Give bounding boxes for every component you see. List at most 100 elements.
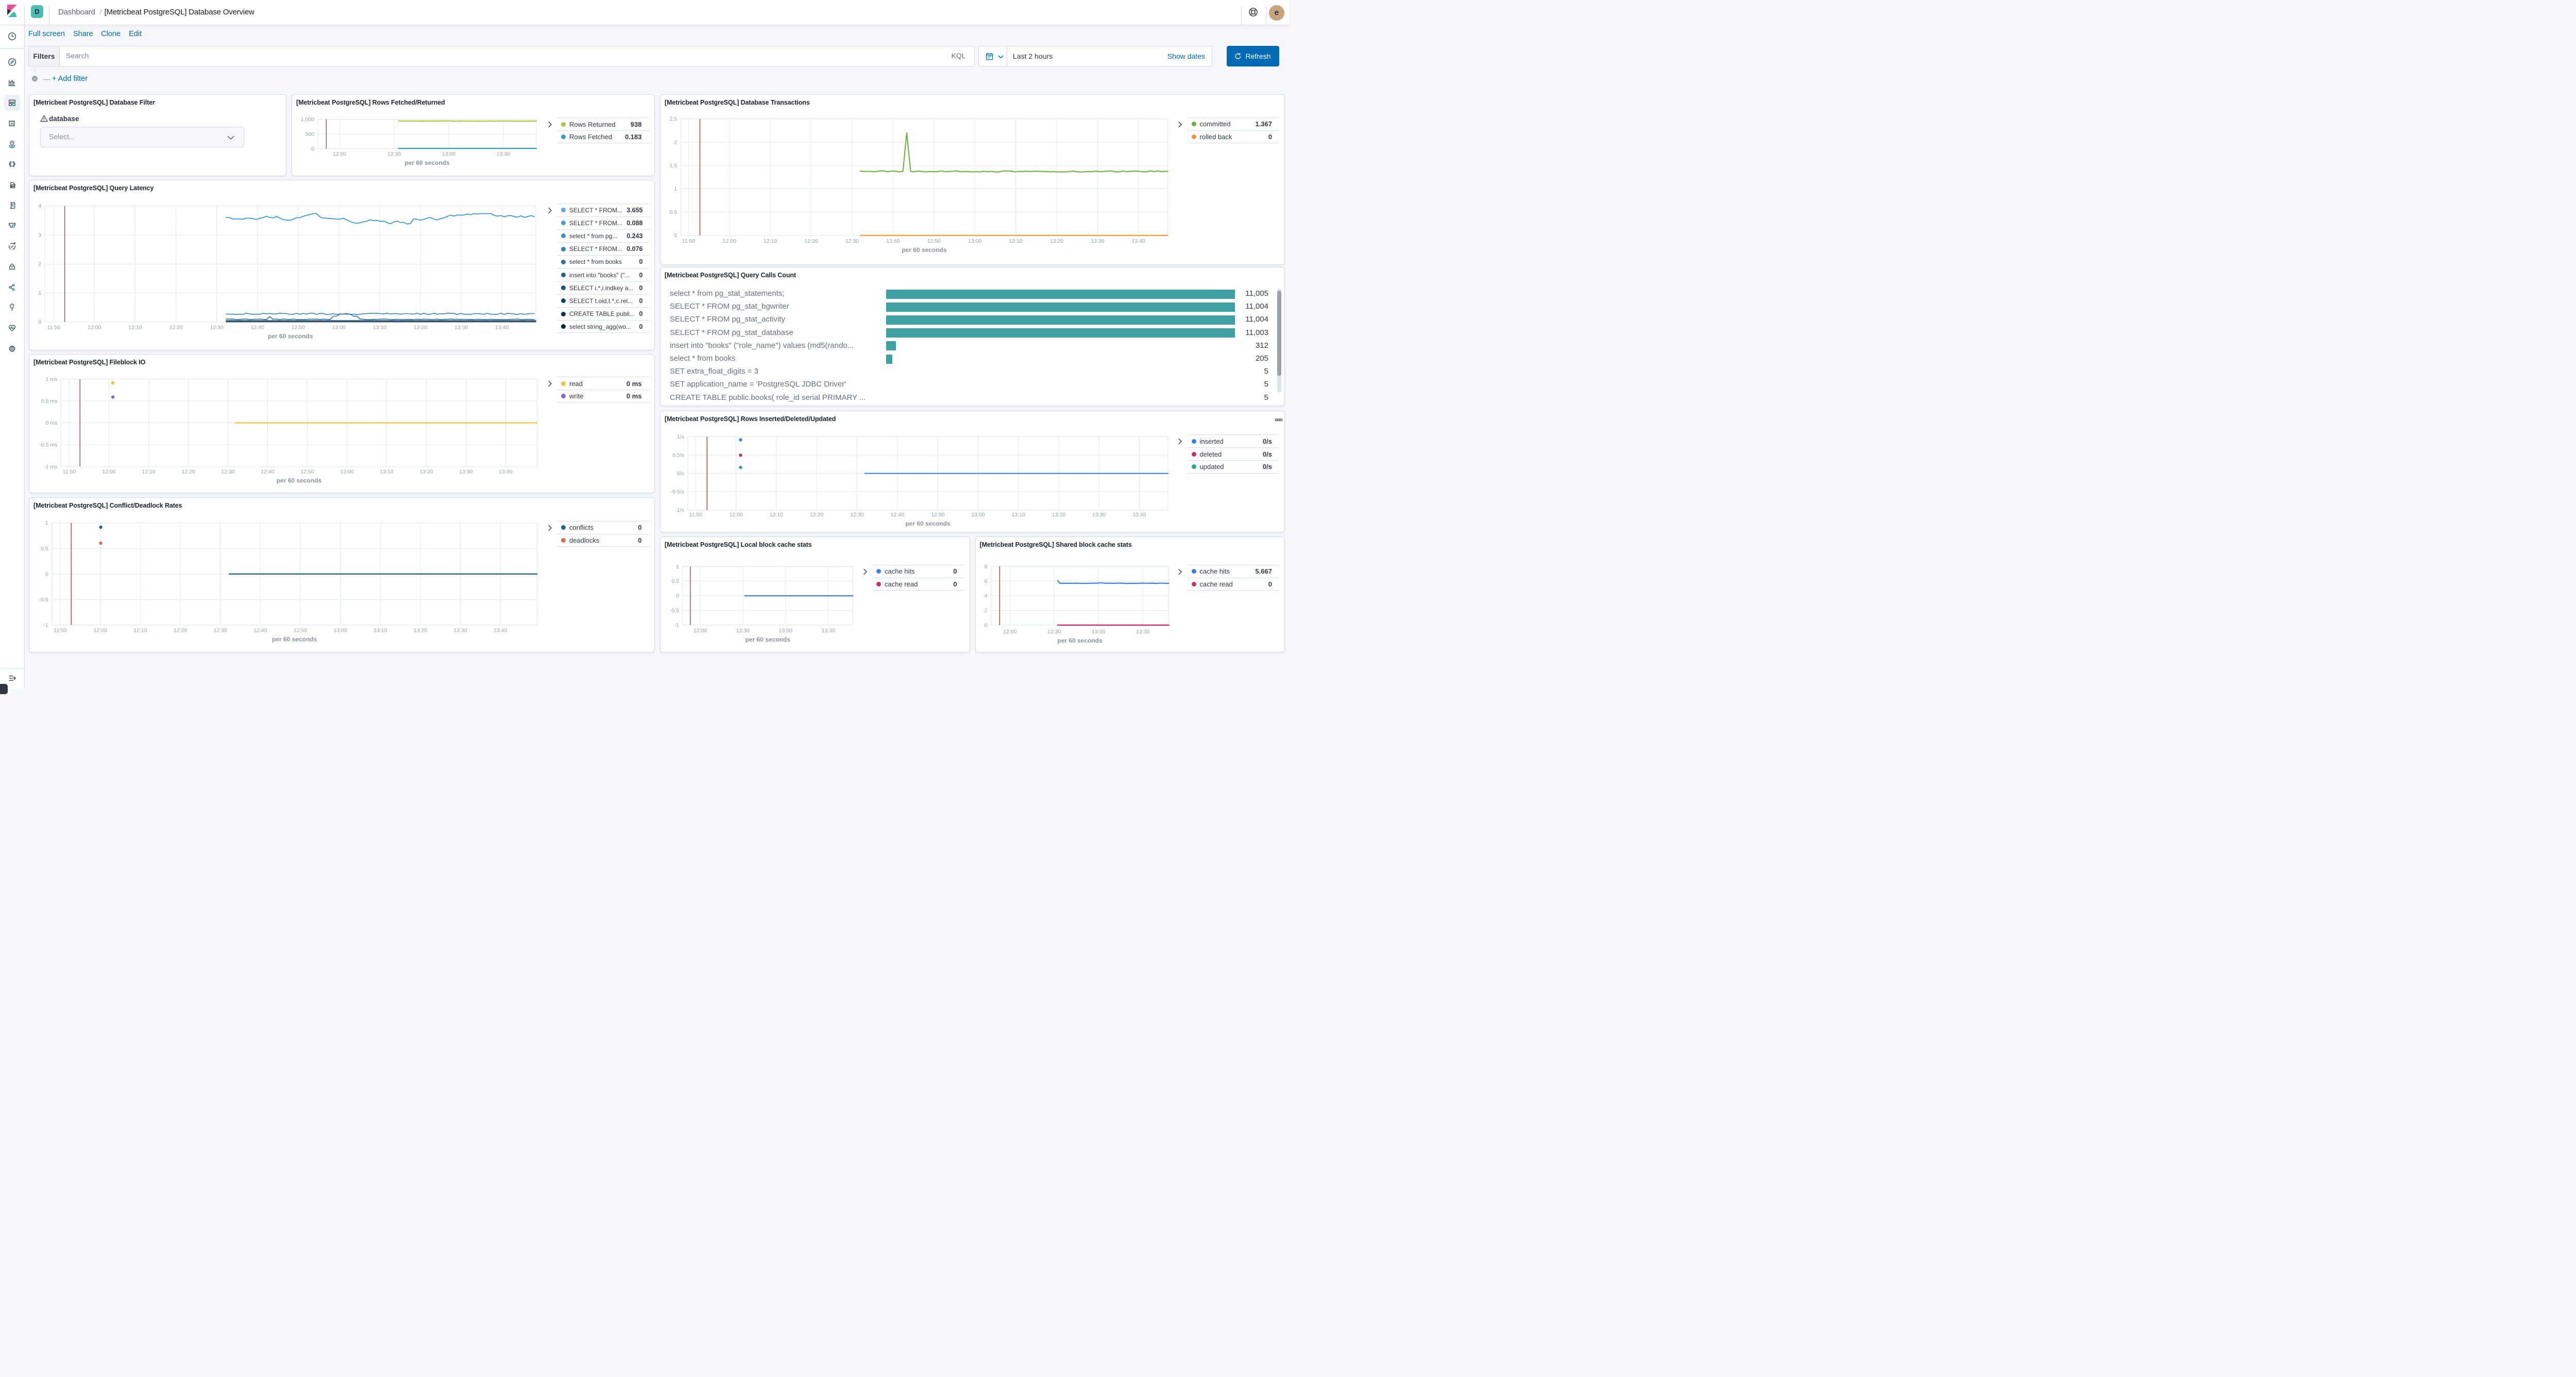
svg-text:12:40: 12:40 (261, 468, 274, 475)
svg-text:0: 0 (38, 319, 41, 325)
svg-text:0: 0 (984, 622, 987, 628)
svg-text:13:00: 13:00 (442, 151, 455, 157)
svg-text:-0.5 ms: -0.5 ms (39, 442, 57, 448)
svg-text:13:10: 13:10 (1009, 238, 1022, 244)
svg-text:0.5/s: 0.5/s (672, 452, 684, 458)
svg-text:1,000: 1,000 (301, 116, 314, 123)
svg-text:12:50: 12:50 (927, 238, 941, 244)
svg-text:-1/s: -1/s (675, 507, 684, 513)
svg-text:13:40: 13:40 (495, 324, 509, 330)
svg-text:12:50: 12:50 (292, 324, 305, 330)
svg-text:13:00: 13:00 (971, 512, 985, 518)
svg-text:0: 0 (674, 232, 677, 239)
svg-text:12:10: 12:10 (142, 468, 155, 475)
svg-text:0.5: 0.5 (670, 209, 677, 215)
svg-text:1.5: 1.5 (670, 162, 677, 169)
svg-text:13:40: 13:40 (499, 468, 512, 475)
svg-text:12:20: 12:20 (169, 324, 182, 330)
svg-text:13:30: 13:30 (454, 324, 468, 330)
svg-text:13:20: 13:20 (1050, 238, 1063, 244)
svg-text:per 60 seconds: per 60 seconds (745, 636, 791, 643)
svg-text:1: 1 (45, 520, 48, 526)
svg-text:13:10: 13:10 (1012, 512, 1025, 518)
svg-text:per 60 seconds: per 60 seconds (404, 159, 450, 166)
svg-text:12:30: 12:30 (1047, 629, 1061, 635)
svg-text:12:20: 12:20 (181, 468, 195, 475)
svg-text:12:30: 12:30 (221, 468, 234, 475)
svg-text:0: 0 (311, 146, 314, 152)
svg-text:13:30: 13:30 (459, 468, 472, 475)
svg-text:2: 2 (984, 608, 987, 614)
svg-text:12:40: 12:40 (886, 238, 900, 244)
svg-text:12:30: 12:30 (210, 324, 223, 330)
svg-text:500: 500 (305, 131, 314, 137)
svg-text:13:40: 13:40 (494, 627, 507, 633)
svg-text:1: 1 (38, 290, 41, 296)
svg-text:-1: -1 (43, 622, 48, 628)
svg-text:8: 8 (984, 563, 987, 569)
svg-text:0 ms: 0 ms (46, 420, 58, 426)
svg-text:2: 2 (674, 139, 677, 145)
svg-text:2.5: 2.5 (670, 116, 677, 122)
svg-text:13:30: 13:30 (453, 627, 467, 633)
svg-text:12:00: 12:00 (94, 627, 107, 633)
svg-text:12:00: 12:00 (723, 238, 736, 244)
svg-text:12:50: 12:50 (294, 627, 307, 633)
svg-text:13:20: 13:20 (414, 324, 427, 330)
svg-text:per 60 seconds: per 60 seconds (902, 246, 947, 253)
svg-text:-0.5: -0.5 (39, 596, 48, 602)
svg-text:12:00: 12:00 (102, 468, 115, 475)
svg-text:1: 1 (676, 563, 679, 569)
svg-text:12:00: 12:00 (88, 324, 101, 330)
svg-text:13:20: 13:20 (1052, 512, 1065, 518)
svg-text:13:10: 13:10 (374, 627, 387, 633)
svg-text:12:10: 12:10 (133, 627, 147, 633)
svg-text:13:10: 13:10 (373, 324, 386, 330)
svg-text:2: 2 (38, 261, 41, 267)
svg-text:0: 0 (45, 571, 48, 577)
svg-text:4: 4 (38, 203, 41, 209)
svg-text:13:00: 13:00 (332, 324, 346, 330)
svg-text:-0.5/s: -0.5/s (671, 489, 684, 495)
svg-text:12:40: 12:40 (891, 512, 904, 518)
svg-text:11:50: 11:50 (63, 468, 76, 475)
svg-text:0.5 ms: 0.5 ms (41, 398, 58, 404)
svg-text:6: 6 (984, 578, 987, 584)
svg-text:1 ms: 1 ms (46, 376, 58, 382)
svg-text:12:50: 12:50 (300, 468, 314, 475)
svg-text:13:20: 13:20 (414, 627, 427, 633)
svg-text:13:20: 13:20 (419, 468, 433, 475)
svg-text:11:50: 11:50 (47, 324, 60, 330)
svg-text:13:30: 13:30 (497, 151, 510, 157)
svg-text:12:30: 12:30 (850, 512, 863, 518)
svg-text:11:50: 11:50 (682, 238, 696, 244)
svg-text:12:40: 12:40 (253, 627, 267, 633)
svg-text:12:10: 12:10 (128, 324, 142, 330)
svg-text:12:10: 12:10 (764, 238, 777, 244)
svg-text:13:10: 13:10 (380, 468, 393, 475)
svg-text:13:30: 13:30 (1092, 512, 1106, 518)
svg-text:12:30: 12:30 (736, 628, 750, 634)
svg-text:12:30: 12:30 (387, 151, 401, 157)
svg-text:3: 3 (38, 232, 41, 238)
svg-text:12:00: 12:00 (693, 628, 707, 634)
svg-text:12:20: 12:20 (174, 627, 187, 633)
svg-text:-1: -1 (674, 622, 679, 628)
svg-text:4: 4 (984, 593, 987, 599)
svg-text:12:40: 12:40 (251, 324, 264, 330)
svg-text:13:00: 13:00 (779, 628, 792, 634)
svg-text:12:10: 12:10 (770, 512, 783, 518)
svg-text:12:50: 12:50 (931, 512, 944, 518)
svg-text:-0.5: -0.5 (670, 607, 679, 613)
svg-text:per 60 seconds: per 60 seconds (272, 635, 317, 643)
svg-text:per 60 seconds: per 60 seconds (268, 332, 313, 340)
svg-text:per 60 seconds: per 60 seconds (277, 477, 322, 484)
svg-text:13:30: 13:30 (822, 628, 835, 634)
svg-text:13:30: 13:30 (1091, 238, 1104, 244)
svg-text:1/s: 1/s (677, 434, 684, 440)
svg-text:12:00: 12:00 (729, 512, 742, 518)
svg-text:per 60 seconds: per 60 seconds (1057, 637, 1103, 644)
svg-text:13:00: 13:00 (1092, 629, 1105, 635)
svg-text:12:00: 12:00 (1003, 629, 1016, 635)
svg-text:13:40: 13:40 (1132, 238, 1145, 244)
